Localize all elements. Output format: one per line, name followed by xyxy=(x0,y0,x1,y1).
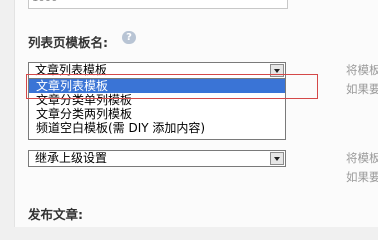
publish-article-label: 发布文章: xyxy=(28,207,83,222)
inherit-settings-select-value: 继承上级设置 xyxy=(35,151,108,165)
highlight-annotation-box xyxy=(26,74,318,99)
previous-field-input[interactable]: 1000 xyxy=(28,0,288,9)
dropdown-option-category-two-column[interactable]: 文章分类两列模板 xyxy=(29,107,285,121)
inherit-settings-select[interactable]: 继承上级设置 xyxy=(28,150,286,167)
list-template-label: 列表页模板名: xyxy=(28,35,108,50)
inherit-hint-line2: 如果要 xyxy=(346,170,378,184)
chevron-down-icon[interactable] xyxy=(270,152,284,165)
list-template-hint-line1: 将模板 xyxy=(346,63,378,77)
help-icon[interactable]: ? xyxy=(122,31,136,44)
list-template-hint-line2: 如果要 xyxy=(346,82,378,96)
inherit-hint-line1: 将模板 xyxy=(346,151,378,165)
dropdown-option-channel-blank[interactable]: 频道空白模板(需 DIY 添加内容) xyxy=(29,121,285,135)
previous-field-value: 1000 xyxy=(32,0,57,5)
